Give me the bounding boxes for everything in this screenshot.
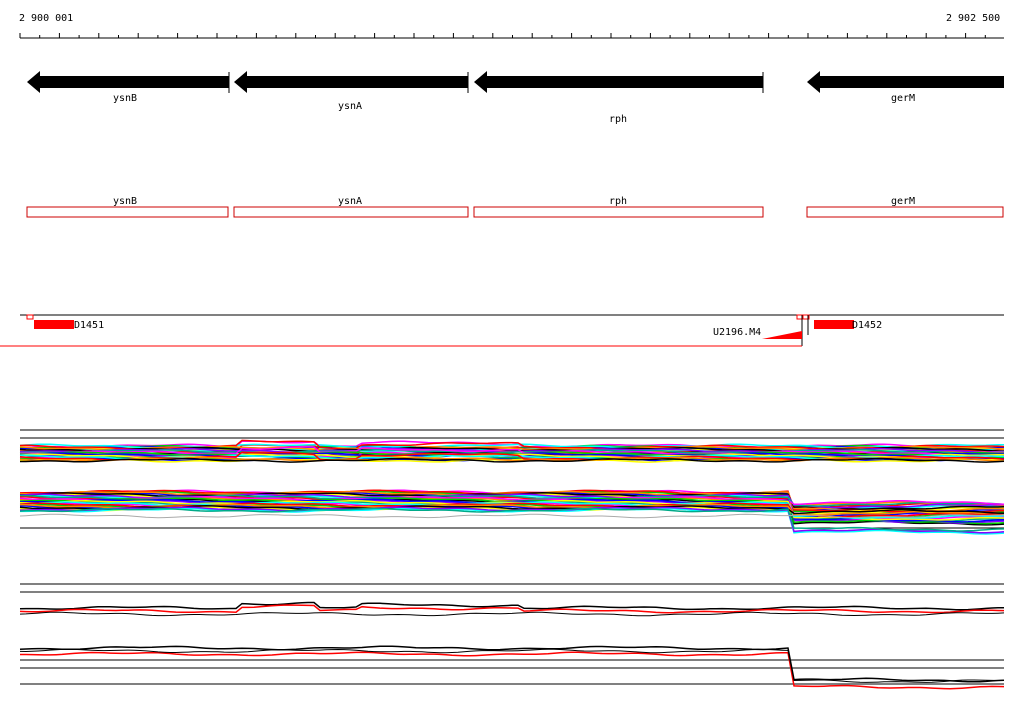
annotation-box-rph[interactable] — [473, 206, 764, 218]
feature-label-U2196-M4: U2196.M4 — [713, 327, 761, 338]
coordinate-ruler — [19, 33, 1004, 39]
annotation-label-ysnA: ysnA — [338, 196, 362, 207]
summary-trace-track-2[interactable] — [19, 645, 1005, 690]
gene-label-gerM: gerM — [891, 93, 915, 104]
expression-trace-track-1[interactable] — [19, 429, 1005, 463]
feature-D1452[interactable] — [814, 320, 854, 329]
genome-browser-canvas[interactable]: ysnB ysnA rph gerM ysnB ysnA rph gerM D1… — [0, 0, 1024, 714]
annotation-label-gerM: gerM — [891, 196, 915, 207]
feature-label-D1452: D1452 — [852, 320, 882, 331]
feature-label-D1451: D1451 — [74, 320, 104, 331]
gene-arrow-rph[interactable]: rph — [474, 71, 764, 125]
gene-arrow-ysnA[interactable]: ysnA — [234, 71, 469, 112]
gene-track[interactable]: ysnB ysnA rph gerM — [27, 71, 1004, 125]
annotation-box-ysnA[interactable] — [233, 206, 469, 218]
gene-label-ysnB: ysnB — [113, 93, 137, 104]
annotation-label-rph: rph — [609, 196, 627, 207]
expression-trace-track-2[interactable] — [19, 489, 1005, 535]
feature-D1451[interactable] — [34, 320, 74, 329]
ruler-ticks — [19, 33, 986, 38]
gene-label-rph: rph — [609, 114, 627, 125]
annotation-track[interactable]: ysnB ysnA rph gerM — [26, 196, 1004, 218]
feature-track[interactable]: D1451 U2196.M4 D1452 — [0, 314, 1004, 347]
gene-arrow-ysnB[interactable]: ysnB — [27, 71, 230, 104]
gene-arrow-gerM[interactable]: gerM — [807, 71, 1004, 104]
annotation-label-ysnB: ysnB — [113, 196, 137, 207]
annotation-box-ysnB[interactable] — [26, 206, 229, 218]
gene-label-ysnA: ysnA — [338, 101, 362, 112]
annotation-box-gerM[interactable] — [806, 206, 1004, 218]
summary-trace-track-1[interactable] — [19, 583, 1005, 617]
feature-U2196-M4[interactable] — [762, 331, 802, 339]
